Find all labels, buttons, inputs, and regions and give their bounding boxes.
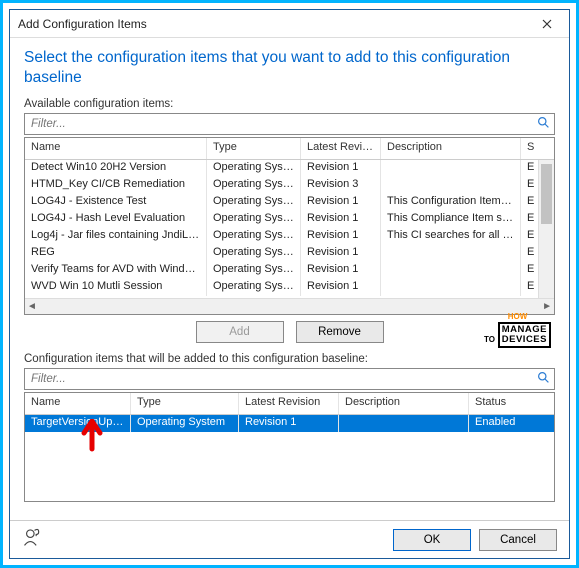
- cell-desc: This Compliance Item sear...: [381, 211, 521, 228]
- col-status[interactable]: Status: [469, 393, 539, 414]
- col-s[interactable]: S: [521, 138, 543, 159]
- table-row[interactable]: TargetVersionUpgrad...Operating SystemRe…: [25, 415, 554, 432]
- cell-desc: This Configuration Item test...: [381, 194, 521, 211]
- cell-rev: Revision 1: [301, 245, 381, 262]
- cell-desc: [381, 177, 521, 194]
- cell-desc: This CI searches for all jar-fi...: [381, 228, 521, 245]
- table-row[interactable]: Log4j - Jar files containing JndiLooku..…: [25, 228, 554, 245]
- close-icon: [542, 19, 552, 29]
- col-rev[interactable]: Latest Revision: [239, 393, 339, 414]
- cell-type: Operating System: [207, 245, 301, 262]
- table-row[interactable]: HTMD_Key CI/CB RemediationOperating Syst…: [25, 177, 554, 194]
- col-rev[interactable]: Latest Revision: [301, 138, 381, 159]
- cell-desc: [339, 415, 469, 432]
- titlebar: Add Configuration Items: [10, 10, 569, 38]
- cell-rev: Revision 1: [301, 279, 381, 296]
- remove-button[interactable]: Remove: [296, 321, 384, 343]
- watermark-logo: HOW TO MANAGEDEVICES: [484, 313, 551, 347]
- available-filter-input[interactable]: [29, 117, 537, 131]
- available-filter[interactable]: [24, 113, 555, 135]
- cell-name: Detect Win10 20H2 Version: [25, 160, 207, 177]
- available-label: Available configuration items:: [24, 98, 555, 110]
- table-row[interactable]: LOG4J - Hash Level EvaluationOperating S…: [25, 211, 554, 228]
- cell-type: Operating System: [207, 279, 301, 296]
- scrollbar-thumb[interactable]: [541, 164, 552, 224]
- cell-desc: [381, 245, 521, 262]
- cell-type: Operating System: [207, 211, 301, 228]
- col-name[interactable]: Name: [25, 138, 207, 159]
- added-label: Configuration items that will be added t…: [24, 353, 555, 365]
- search-icon[interactable]: [537, 116, 550, 132]
- cell-rev: Revision 1: [301, 228, 381, 245]
- cell-rev: Revision 1: [301, 262, 381, 279]
- available-grid-header[interactable]: Name Type Latest Revision Description S: [25, 138, 554, 160]
- cancel-button[interactable]: Cancel: [479, 529, 557, 551]
- table-row[interactable]: Verify Teams for AVD with Windows 11Oper…: [25, 262, 554, 279]
- scroll-right-icon[interactable]: ►: [542, 301, 552, 312]
- cell-status: Enabled: [469, 415, 539, 432]
- table-row[interactable]: WVD Win 10 Mutli SessionOperating System…: [25, 279, 554, 296]
- col-desc[interactable]: Description: [339, 393, 469, 414]
- col-desc[interactable]: Description: [381, 138, 521, 159]
- table-row[interactable]: LOG4J - Existence TestOperating SystemRe…: [25, 194, 554, 211]
- cell-name: Verify Teams for AVD with Windows 11: [25, 262, 207, 279]
- table-row[interactable]: Detect Win10 20H2 VersionOperating Syste…: [25, 160, 554, 177]
- dialog-footer: OK Cancel: [10, 520, 569, 558]
- added-grid: Name Type Latest Revision Description St…: [24, 392, 555, 502]
- cell-name: LOG4J - Hash Level Evaluation: [25, 211, 207, 228]
- col-type[interactable]: Type: [207, 138, 301, 159]
- available-grid: Name Type Latest Revision Description S …: [24, 137, 555, 315]
- cell-rev: Revision 1: [239, 415, 339, 432]
- add-button: Add: [196, 321, 284, 343]
- cell-name: LOG4J - Existence Test: [25, 194, 207, 211]
- cell-type: Operating System: [207, 160, 301, 177]
- added-filter-input[interactable]: [29, 372, 537, 386]
- added-grid-header[interactable]: Name Type Latest Revision Description St…: [25, 393, 554, 415]
- scroll-left-icon[interactable]: ◄: [27, 301, 37, 312]
- cell-rev: Revision 3: [301, 177, 381, 194]
- cell-rev: Revision 1: [301, 211, 381, 228]
- cell-name: HTMD_Key CI/CB Remediation: [25, 177, 207, 194]
- col-name[interactable]: Name: [25, 393, 131, 414]
- window-title: Add Configuration Items: [18, 17, 147, 31]
- instruction-text: Select the configuration items that you …: [24, 48, 555, 88]
- col-type[interactable]: Type: [131, 393, 239, 414]
- cell-type: Operating System: [207, 194, 301, 211]
- scrollbar-horizontal[interactable]: ◄ ►: [25, 298, 554, 314]
- cell-name: TargetVersionUpgrad...: [25, 415, 131, 432]
- cell-rev: Revision 1: [301, 160, 381, 177]
- search-icon[interactable]: [537, 371, 550, 387]
- cell-type: Operating System: [207, 228, 301, 245]
- cell-name: WVD Win 10 Mutli Session: [25, 279, 207, 296]
- cell-desc: [381, 160, 521, 177]
- cell-desc: [381, 262, 521, 279]
- ok-button[interactable]: OK: [393, 529, 471, 551]
- cell-rev: Revision 1: [301, 194, 381, 211]
- cell-type: Operating System: [131, 415, 239, 432]
- help-icon[interactable]: [22, 527, 42, 552]
- cell-type: Operating System: [207, 262, 301, 279]
- cell-name: Log4j - Jar files containing JndiLooku..…: [25, 228, 207, 245]
- table-row[interactable]: REGOperating SystemRevision 1E: [25, 245, 554, 262]
- close-button[interactable]: [527, 11, 567, 37]
- cell-type: Operating System: [207, 177, 301, 194]
- added-filter[interactable]: [24, 368, 555, 390]
- scrollbar-vertical[interactable]: [538, 160, 554, 298]
- dialog-window: Add Configuration Items Select the confi…: [9, 9, 570, 559]
- cell-desc: [381, 279, 521, 296]
- cell-name: REG: [25, 245, 207, 262]
